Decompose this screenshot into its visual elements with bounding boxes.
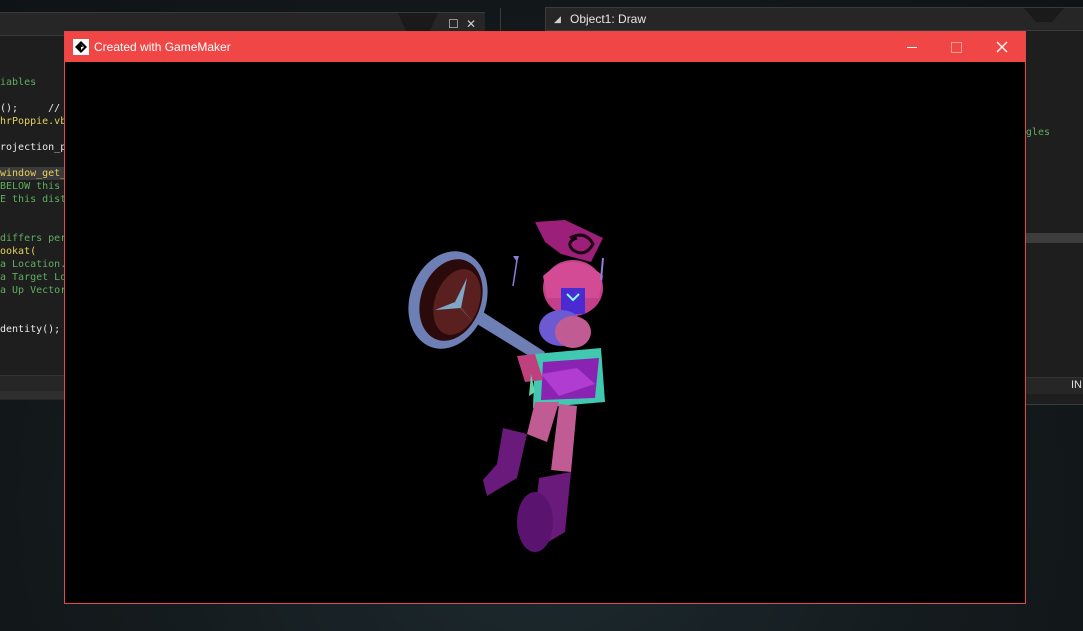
code-line: rojection_p — [0, 142, 64, 153]
code-line: dentity(); — [0, 324, 61, 335]
game-canvas[interactable] — [65, 62, 1025, 603]
maximize-icon — [951, 41, 962, 53]
close-icon[interactable]: ✕ — [466, 17, 476, 31]
code-fragment: gles — [1025, 127, 1050, 138]
character-render — [408, 220, 605, 552]
object-event-title: Object1: Draw — [570, 12, 647, 26]
game-window[interactable]: Created with GameMaker — [64, 31, 1026, 604]
collapse-triangle-icon[interactable]: ◢ — [554, 14, 561, 25]
game-window-titlebar[interactable]: Created with GameMaker — [65, 32, 1025, 62]
close-button[interactable] — [979, 32, 1024, 62]
insert-mode-indicator: IN — [1071, 379, 1082, 391]
code-line: E this dist — [0, 194, 64, 205]
code-line: a Location. — [0, 259, 64, 270]
close-icon — [996, 41, 1007, 53]
minimize-icon — [906, 46, 917, 48]
character-body — [517, 310, 605, 408]
code-line: a Up Vector — [0, 285, 64, 296]
code-text[interactable]: iables (); // hrPoppie.vb rojection_p win… — [0, 76, 64, 376]
character-legs — [483, 402, 577, 552]
code-line: BELOW this — [0, 181, 61, 192]
code-line: a Target Lo — [0, 272, 64, 283]
code-line: (); // — [0, 103, 61, 114]
object-event-titlebar[interactable]: ◢ Object1: Draw — [546, 8, 1083, 31]
gamemaker-logo-icon — [73, 39, 89, 55]
code-line: hrPoppie.vb — [0, 116, 64, 127]
hat-swirl — [535, 220, 603, 262]
maximize-button[interactable] — [934, 32, 979, 62]
titlebar-notch — [398, 13, 438, 31]
fan-prop — [408, 251, 545, 362]
minimize-button[interactable] — [889, 32, 934, 62]
game-window-title: Created with GameMaker — [94, 40, 231, 54]
code-line: iables — [0, 77, 37, 88]
code-line: window_get_ — [0, 167, 64, 180]
code-line: ookat( — [0, 246, 37, 257]
maximize-icon[interactable]: ☐ — [448, 17, 459, 31]
titlebar-notch — [1024, 8, 1064, 22]
code-line: differs per — [0, 233, 64, 244]
character-head — [543, 260, 603, 316]
